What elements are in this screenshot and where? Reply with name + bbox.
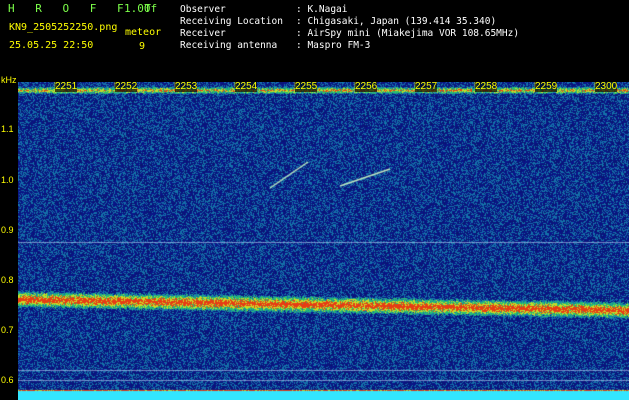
time-tick-label: 2256 [355, 81, 378, 92]
y-tick-label: 1.0 [1, 175, 14, 185]
location-label: Receiving Location [180, 16, 283, 27]
time-tick-label: 2253 [175, 81, 198, 92]
meteor-count: 9 [139, 41, 146, 52]
antenna-label: Receiving antenna [180, 40, 278, 51]
y-tick-label: 0.9 [1, 225, 14, 235]
app-version: 1.00f [124, 2, 158, 15]
time-tick-label: 2300 [595, 81, 618, 92]
receiver-value: : AirSpy mini (Miakejima VOR 108.65MHz) [296, 28, 520, 39]
y-tick-label: 0.7 [1, 325, 14, 335]
time-tick-label: 2257 [415, 81, 438, 92]
time-tick-label: 2258 [475, 81, 498, 92]
frequency-axis: kHz 1.1 1.0 0.9 0.8 0.7 0.6 [0, 74, 18, 400]
axis-unit-label: kHz [1, 75, 17, 85]
receiver-label: Receiver [180, 28, 226, 39]
image-filename: KN9_2505252250.png [9, 22, 118, 33]
time-tick-label: 2259 [535, 81, 558, 92]
observer-value: : K.Nagai [296, 4, 348, 15]
header-panel: H R O F F T 1.00f KN9_2505252250.png 25.… [0, 0, 629, 74]
antenna-value: : Maspro FM-3 [296, 40, 371, 51]
y-tick-label: 0.8 [1, 275, 14, 285]
spectrogram-canvas [18, 82, 629, 400]
time-tick-label: 2251 [55, 81, 78, 92]
time-tick-label: 2255 [295, 81, 318, 92]
time-tick-label: 2252 [115, 81, 138, 92]
y-tick-label: 1.1 [1, 124, 14, 134]
capture-datetime: 25.05.25 22:50 [9, 40, 94, 51]
location-value: : Chigasaki, Japan (139.414 35.340) [296, 16, 497, 27]
y-tick-label: 0.6 [1, 375, 14, 385]
time-tick-label: 2254 [235, 81, 258, 92]
observer-label: Observer [180, 4, 226, 15]
meteor-label: meteor [125, 27, 162, 38]
